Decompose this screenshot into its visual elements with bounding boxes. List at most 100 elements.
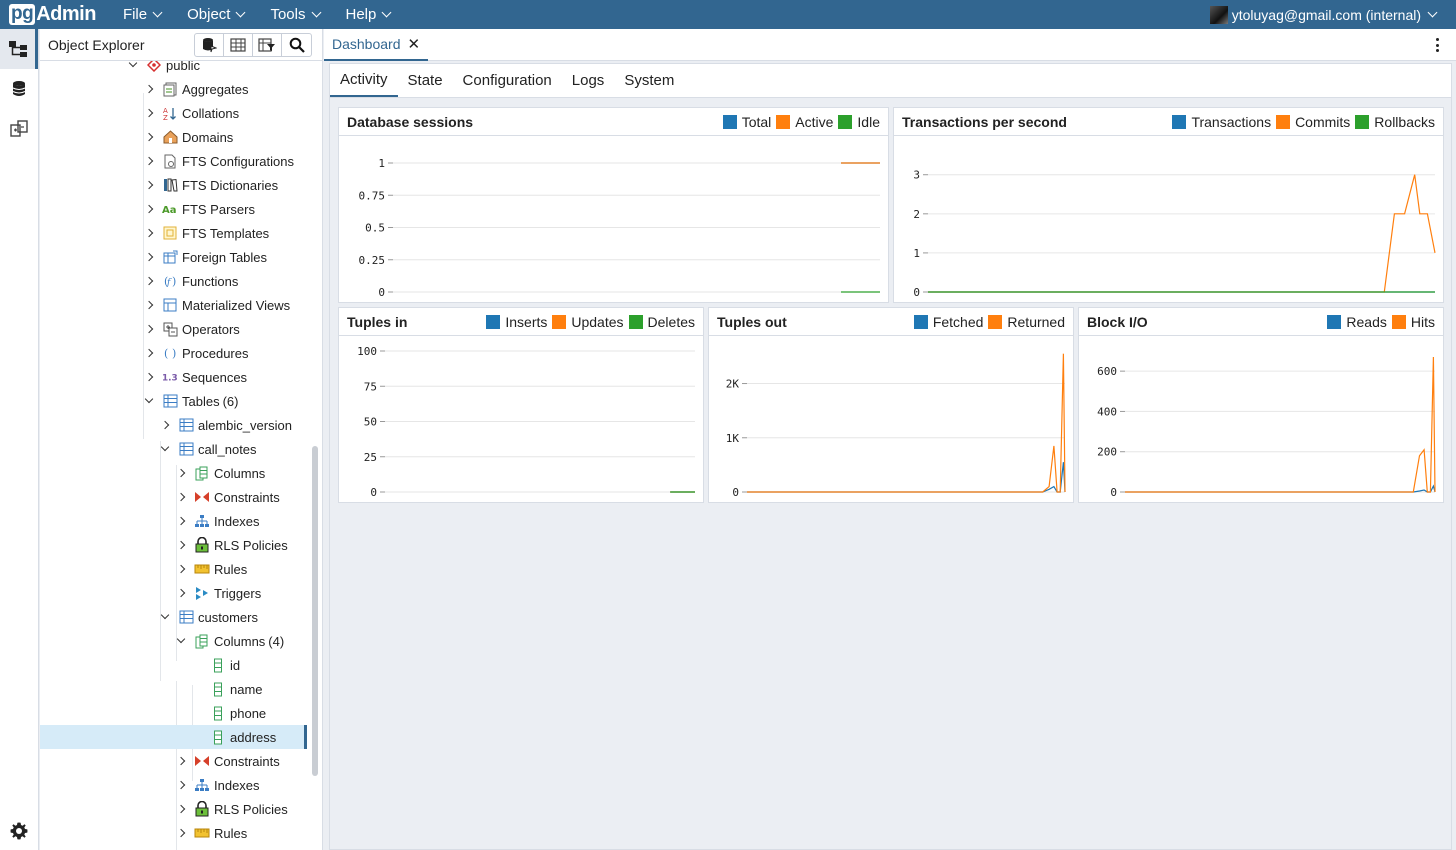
chevron-right-icon[interactable] xyxy=(174,778,188,792)
chevron-down-icon[interactable] xyxy=(158,610,172,624)
menu-object[interactable]: Object xyxy=(174,0,257,29)
query-tool-button[interactable] xyxy=(195,33,224,56)
tree-node-indexes[interactable]: Indexes xyxy=(174,509,260,533)
tree-node-address[interactable]: address xyxy=(40,725,304,749)
tree-node-materialized-views[interactable]: Materialized Views xyxy=(142,293,290,317)
chevron-down-icon[interactable] xyxy=(142,394,156,408)
tab-state[interactable]: State xyxy=(398,63,453,97)
tab-logs[interactable]: Logs xyxy=(562,63,615,97)
tree-node-customers[interactable]: customers xyxy=(158,605,258,629)
user-menu[interactable]: ytoluyag@gmail.com (internal) xyxy=(1209,0,1438,29)
chevron-down-icon[interactable] xyxy=(158,442,172,456)
tree-node-columns[interactable]: Columns (4) xyxy=(174,629,284,653)
chevron-right-icon[interactable] xyxy=(142,178,156,192)
tree-node-tables[interactable]: Tables (6) xyxy=(142,389,238,413)
chevron-right-icon[interactable] xyxy=(142,82,156,96)
tree-node-name[interactable]: name xyxy=(210,677,263,701)
pgadmin-logo[interactable]: pg Admin xyxy=(9,3,96,26)
chevron-right-icon[interactable] xyxy=(142,250,156,264)
tree-node-label: FTS Configurations xyxy=(182,153,294,169)
tree-node-fts-dictionaries[interactable]: FTS Dictionaries xyxy=(142,173,278,197)
legend-label[interactable]: Hits xyxy=(1411,314,1435,330)
tree-node-fts-parsers[interactable]: Aa FTS Parsers xyxy=(142,197,255,221)
chevron-right-icon[interactable] xyxy=(174,586,188,600)
chevron-right-icon[interactable] xyxy=(174,562,188,576)
chevron-right-icon[interactable] xyxy=(174,490,188,504)
tree-node-fts-configurations[interactable]: FTS Configurations xyxy=(142,149,294,173)
tree-node-constraints[interactable]: Constraints xyxy=(174,485,280,509)
tab-activity[interactable]: Activity xyxy=(330,63,398,97)
legend-label[interactable]: Transactions xyxy=(1191,114,1271,130)
chevron-right-icon[interactable] xyxy=(142,274,156,288)
chevron-right-icon[interactable] xyxy=(174,538,188,552)
tree-node-public[interactable]: public xyxy=(126,61,200,77)
chevron-right-icon[interactable] xyxy=(174,466,188,480)
tree-node-functions[interactable]: (f) Functions xyxy=(142,269,238,293)
tree-node-constraints[interactable]: Constraints xyxy=(174,749,280,773)
legend-label[interactable]: Total xyxy=(742,114,772,130)
chevron-down-icon[interactable] xyxy=(126,61,140,72)
view-data-button[interactable] xyxy=(224,33,253,56)
chevron-right-icon[interactable] xyxy=(174,826,188,840)
filtered-rows-button[interactable] xyxy=(253,33,282,56)
chevron-right-icon[interactable] xyxy=(142,370,156,384)
tree-node-procedures[interactable]: () Procedures xyxy=(142,341,248,365)
tab-system[interactable]: System xyxy=(614,63,684,97)
tree-node-phone[interactable]: phone xyxy=(210,701,266,725)
chevron-right-icon[interactable] xyxy=(174,514,188,528)
chevron-right-icon[interactable] xyxy=(142,154,156,168)
chevron-right-icon[interactable] xyxy=(158,418,172,432)
legend-label[interactable]: Deletes xyxy=(648,314,695,330)
chevron-down-icon[interactable] xyxy=(174,634,188,648)
legend-label[interactable]: Active xyxy=(795,114,833,130)
tab-dashboard[interactable]: Dashboard ✕ xyxy=(324,29,429,61)
chevron-right-icon[interactable] xyxy=(142,106,156,120)
tree-node-indexes[interactable]: Indexes xyxy=(174,773,260,797)
object-explorer-rail-button[interactable] xyxy=(0,29,38,69)
chevron-right-icon[interactable] xyxy=(174,802,188,816)
database-rail-button[interactable] xyxy=(0,69,38,109)
tree-node-rules[interactable]: Rules xyxy=(174,821,247,845)
tree-node-collations[interactable]: A Z Collations xyxy=(142,101,239,125)
tree-node-rls-policies[interactable]: RLS Policies xyxy=(174,797,288,821)
chevron-right-icon[interactable] xyxy=(142,322,156,336)
tree-node-id[interactable]: id xyxy=(210,653,240,677)
legend-label[interactable]: Reads xyxy=(1346,314,1386,330)
settings-rail-button[interactable] xyxy=(0,817,38,845)
more-options-icon[interactable] xyxy=(1436,38,1440,52)
tree-node-alembic-version[interactable]: alembic_version xyxy=(158,413,292,437)
tree-node-call-notes[interactable]: call_notes xyxy=(158,437,257,461)
tree-node-triggers[interactable]: Triggers xyxy=(174,581,261,605)
chevron-right-icon[interactable] xyxy=(142,130,156,144)
menu-tools[interactable]: Tools xyxy=(257,0,332,29)
legend-label[interactable]: Updates xyxy=(571,314,623,330)
tree-node-domains[interactable]: Domains xyxy=(142,125,233,149)
tab-configuration[interactable]: Configuration xyxy=(453,63,562,97)
chevron-right-icon[interactable] xyxy=(142,298,156,312)
tree-node-operators[interactable]: Operators xyxy=(142,317,240,341)
tree-node-rules[interactable]: Rules xyxy=(174,557,247,581)
legend-label[interactable]: Fetched xyxy=(933,314,984,330)
tree-node-fts-templates[interactable]: FTS Templates xyxy=(142,221,269,245)
menu-help[interactable]: Help xyxy=(333,0,404,29)
tree-node-rls-policies[interactable]: RLS Policies xyxy=(174,533,288,557)
legend-label[interactable]: Idle xyxy=(857,114,880,130)
chevron-right-icon[interactable] xyxy=(142,202,156,216)
tree-node-foreign-tables[interactable]: Foreign Tables xyxy=(142,245,267,269)
chevron-right-icon[interactable] xyxy=(142,226,156,240)
tree-node-sequences[interactable]: 1.3 Sequences xyxy=(142,365,247,389)
tree-node-label: FTS Templates xyxy=(182,225,270,241)
schema-diff-rail-button[interactable] xyxy=(0,109,38,149)
legend-label[interactable]: Commits xyxy=(1295,114,1350,130)
close-icon[interactable]: ✕ xyxy=(408,35,421,53)
legend-label[interactable]: Rollbacks xyxy=(1374,114,1435,130)
chevron-right-icon[interactable] xyxy=(142,346,156,360)
legend-label[interactable]: Returned xyxy=(1007,314,1065,330)
tree-scrollbar[interactable] xyxy=(312,446,318,776)
tree-node-aggregates[interactable]: Aggregates xyxy=(142,77,249,101)
menu-file[interactable]: File xyxy=(110,0,174,29)
legend-label[interactable]: Inserts xyxy=(505,314,547,330)
search-objects-button[interactable] xyxy=(282,34,311,56)
tree-node-columns[interactable]: Columns xyxy=(174,461,265,485)
chevron-right-icon[interactable] xyxy=(174,754,188,768)
